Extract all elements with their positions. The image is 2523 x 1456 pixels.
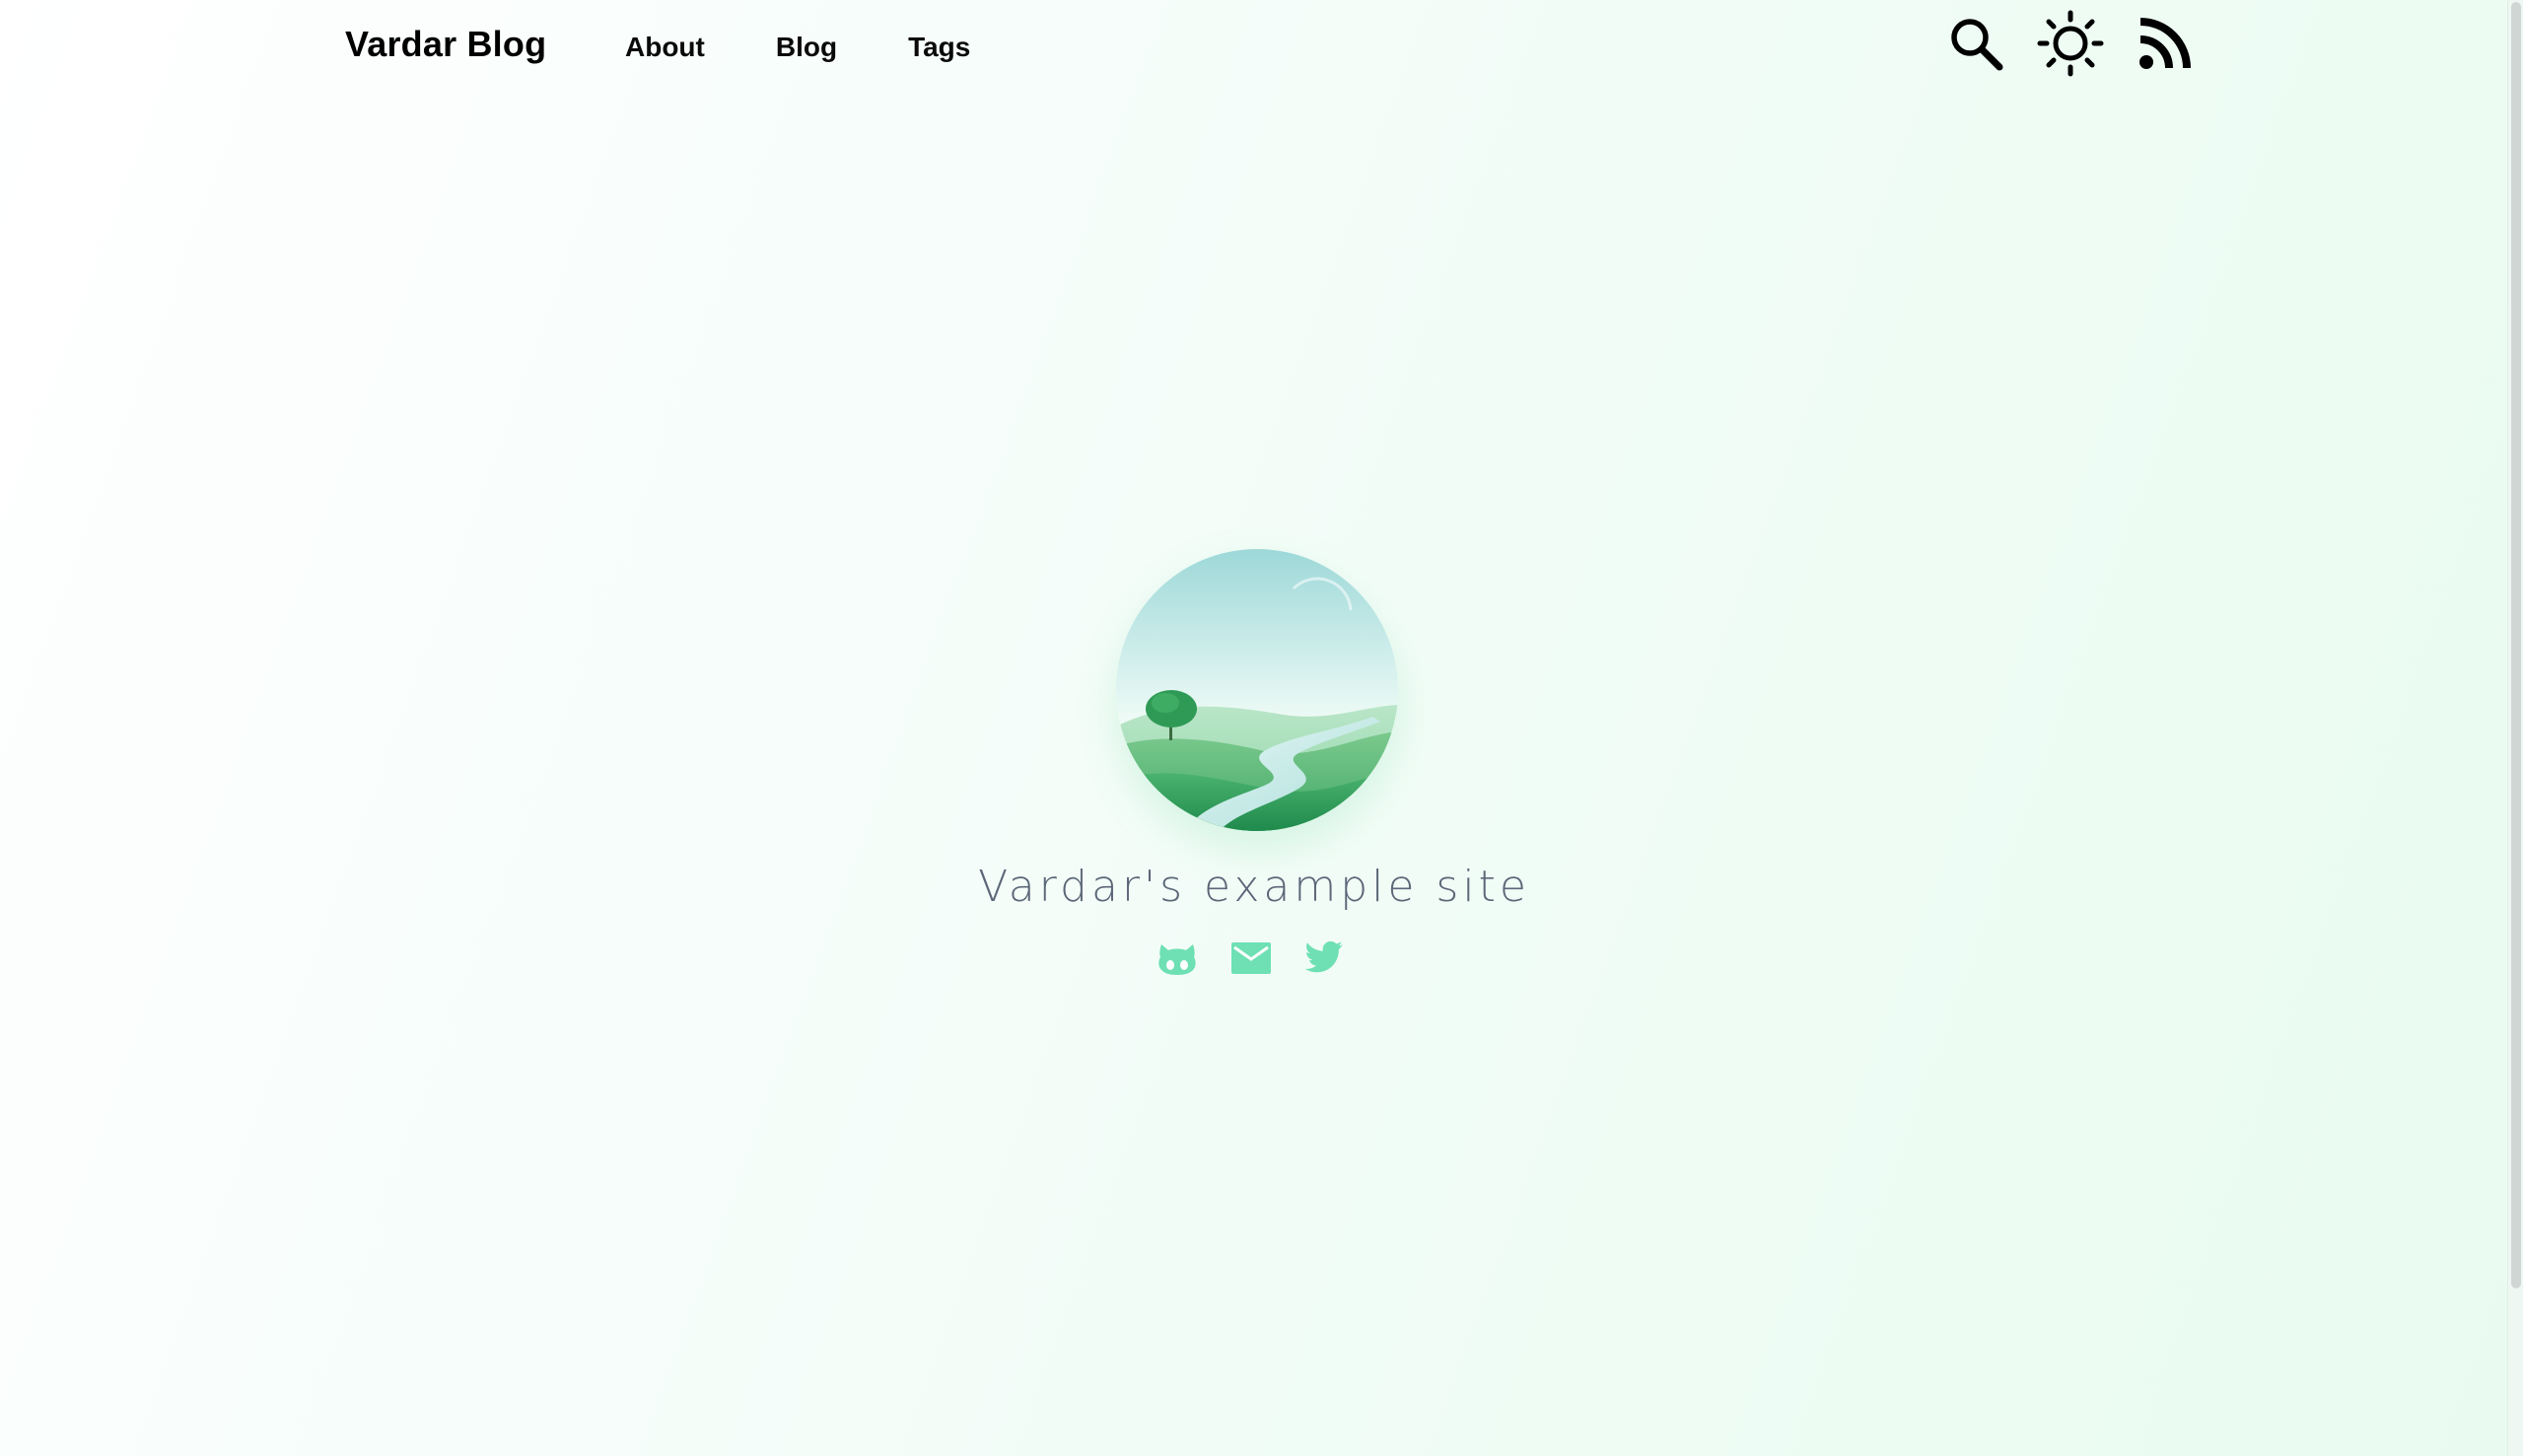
search-icon xyxy=(1951,19,2003,71)
search-button[interactable] xyxy=(1942,10,2009,77)
site-title-link[interactable]: Vardar Blog xyxy=(345,24,546,65)
email-icon xyxy=(1231,942,1271,974)
twitter-link[interactable] xyxy=(1303,936,1347,980)
rss-icon xyxy=(2139,18,2191,69)
theme-toggle-button[interactable] xyxy=(2037,10,2104,77)
rss-feed-button[interactable] xyxy=(2132,10,2199,77)
main-nav: About Blog Tags xyxy=(625,32,1041,63)
github-link[interactable] xyxy=(1156,936,1199,980)
email-link[interactable] xyxy=(1229,936,1273,980)
header-actions xyxy=(1942,10,2199,77)
page-scrollbar[interactable] xyxy=(2507,0,2523,1456)
twitter-icon xyxy=(1305,941,1343,973)
profile-image xyxy=(1116,549,1398,831)
sun-icon xyxy=(2037,10,2104,77)
nav-link-blog[interactable]: Blog xyxy=(776,32,837,63)
landscape-illustration xyxy=(1116,549,1398,831)
site-subtitle: Vardar's example site xyxy=(978,862,1530,912)
scrollbar-thumb[interactable] xyxy=(2511,2,2521,1288)
nav-link-tags[interactable]: Tags xyxy=(908,32,970,63)
site-header: Vardar Blog About Blog Tags xyxy=(0,0,2508,97)
social-links xyxy=(1156,936,1347,980)
github-icon xyxy=(1158,944,1196,975)
nav-link-about[interactable]: About xyxy=(625,32,705,63)
page: Vardar Blog About Blog Tags Vardar's exa… xyxy=(0,0,2508,1456)
